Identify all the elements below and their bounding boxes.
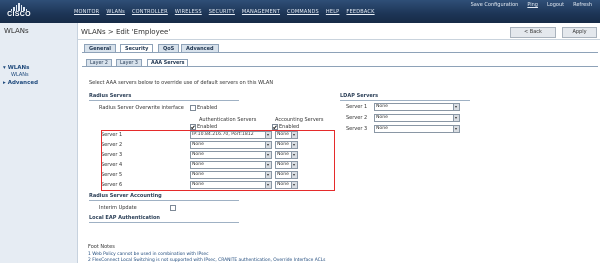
logout-link[interactable]: Logout: [547, 2, 564, 8]
ldap-server-3-select[interactable]: None: [374, 125, 460, 133]
nav-management[interactable]: MANAGEMENT: [242, 9, 280, 15]
ldap-divider: [340, 100, 470, 101]
radius-overwrite-checkbox[interactable]: [190, 105, 196, 111]
footnote-1: 1 Web Policy cannot be used in combinati…: [88, 252, 209, 257]
top-links: Save Configuration Ping Logout Refresh: [471, 2, 592, 8]
sidebar-item-wlans[interactable]: ▾ WLANs: [3, 65, 29, 71]
nav-commands[interactable]: COMMANDS: [287, 9, 319, 15]
ldap-server-2-label: Server 2: [346, 115, 368, 121]
main-content: WLANs > Edit 'Employee' < Back Apply Gen…: [78, 23, 600, 263]
sidebar-item-advanced[interactable]: ▸ Advanced: [3, 80, 38, 86]
nav-controller[interactable]: CONTROLLER: [132, 9, 168, 15]
ldap-server-2-value: None: [376, 115, 388, 120]
interim-update-label: Interim Update: [99, 205, 137, 211]
left-panel: WLANs ▾ WLANs WLANs ▸ Advanced: [0, 23, 78, 263]
ldap-server-1-label: Server 1: [346, 104, 368, 110]
nav-wlans[interactable]: WLANs: [106, 9, 125, 15]
save-configuration-link[interactable]: Save Configuration: [471, 2, 519, 8]
local-eap-title: Local EAP Authentication: [89, 215, 160, 221]
footnotes-title: Foot Notes: [88, 244, 115, 250]
footnote-2: 2 FlexConnect Local Switching is not sup…: [88, 258, 326, 263]
chevron-down-icon: [453, 126, 459, 132]
nav-wireless[interactable]: WIRELESS: [175, 9, 202, 15]
interim-update-checkbox[interactable]: [170, 205, 176, 211]
back-button[interactable]: < Back: [510, 27, 556, 38]
chevron-down-icon: [453, 115, 459, 121]
ldap-server-1-value: None: [376, 104, 388, 109]
ping-link[interactable]: Ping: [527, 2, 538, 8]
nav-feedback[interactable]: FEEDBACK: [346, 9, 374, 15]
aaa-intro-text: Select AAA servers below to override use…: [89, 80, 274, 86]
radius-overwrite-label: Radius Server Overwrite interface: [99, 105, 184, 111]
radius-servers-title: Radius Servers: [89, 93, 132, 99]
nav-help[interactable]: HELP: [326, 9, 340, 15]
sidebar-subitem-wlans[interactable]: WLANs: [11, 72, 29, 78]
nav-security[interactable]: SECURITY: [209, 9, 235, 15]
cisco-logo: CISCO: [6, 3, 32, 19]
ldap-server-3-label: Server 3: [346, 126, 368, 132]
radius-accounting-title: Radius Server Accounting: [89, 193, 162, 199]
apply-button[interactable]: Apply: [562, 27, 597, 38]
auth-servers-header: Authentication Servers: [199, 117, 257, 123]
ldap-server-3-value: None: [376, 126, 388, 131]
page-title: WLANs > Edit 'Employee': [81, 28, 171, 36]
ldap-servers-title: LDAP Servers: [340, 93, 379, 99]
radius-overwrite-value: Enabled: [197, 105, 218, 111]
chevron-down-icon: [453, 104, 459, 110]
tabs-divider: [82, 52, 598, 53]
acct-servers-header: Accounting Servers: [275, 117, 324, 123]
ldap-server-1-select[interactable]: None: [374, 103, 460, 111]
sidebar-item-label: Advanced: [7, 80, 39, 86]
accounting-divider: [89, 200, 239, 201]
subtabs-divider: [82, 66, 598, 67]
ldap-server-2-select[interactable]: None: [374, 114, 460, 122]
top-nav: MONITOR WLANs CONTROLLER WIRELESS SECURI…: [74, 9, 375, 15]
local-eap-divider: [89, 222, 239, 223]
highlight-box: [101, 130, 335, 191]
nav-monitor[interactable]: MONITOR: [74, 9, 99, 15]
sidebar-item-label: WLANs: [7, 65, 30, 71]
title-divider: [78, 39, 600, 40]
radius-divider: [89, 100, 239, 101]
logo-text: CISCO: [7, 11, 31, 18]
left-panel-title: WLANs: [4, 27, 29, 35]
refresh-link[interactable]: Refresh: [573, 2, 592, 8]
top-header: CISCO MONITOR WLANs CONTROLLER WIRELESS …: [0, 0, 600, 23]
